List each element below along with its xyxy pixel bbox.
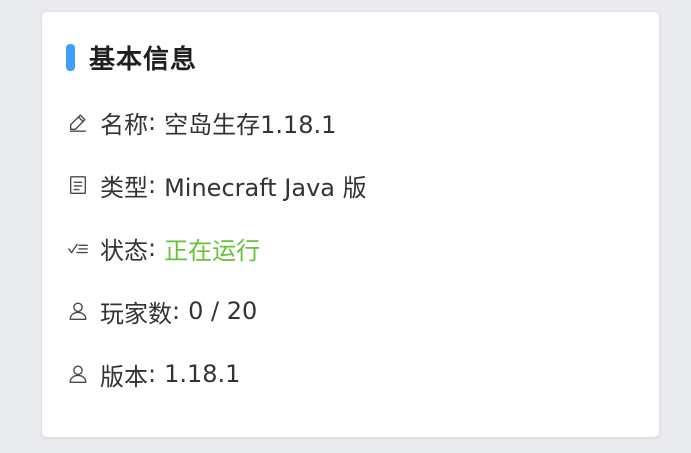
edit-pencil-icon xyxy=(66,110,90,134)
card-header: 基本信息 xyxy=(66,40,198,75)
info-value: 1.18.1 xyxy=(164,360,241,388)
info-value: Minecraft Java 版 xyxy=(164,173,367,202)
info-label: 名称 xyxy=(100,110,148,139)
info-label: 玩家数 xyxy=(100,299,172,328)
info-row-version: 版本: 1.18.1 xyxy=(66,359,241,391)
info-row-type: 类型: Minecraft Java 版 xyxy=(66,170,367,202)
info-row-players: 玩家数: 0 / 20 xyxy=(66,296,258,328)
title-accent-bar xyxy=(66,43,75,71)
checklist-icon xyxy=(66,236,90,260)
document-icon xyxy=(66,173,90,197)
user-icon xyxy=(66,299,90,323)
info-row-status: 状态: 正在运行 xyxy=(66,233,261,265)
info-label: 版本 xyxy=(100,362,148,391)
info-row-name: 名称: 空岛生存1.18.1 xyxy=(66,107,337,139)
info-value: 空岛生存1.18.1 xyxy=(164,110,337,139)
info-label: 状态 xyxy=(100,236,148,265)
user-icon xyxy=(66,362,90,386)
status-value: 正在运行 xyxy=(164,236,261,265)
info-label: 类型 xyxy=(100,173,148,202)
info-value: 0 / 20 xyxy=(188,297,258,325)
basic-info-card: 基本信息 名称: 空岛生存1.18.1 类型: Minecraft Java 版 xyxy=(42,12,659,437)
card-title: 基本信息 xyxy=(89,44,198,75)
